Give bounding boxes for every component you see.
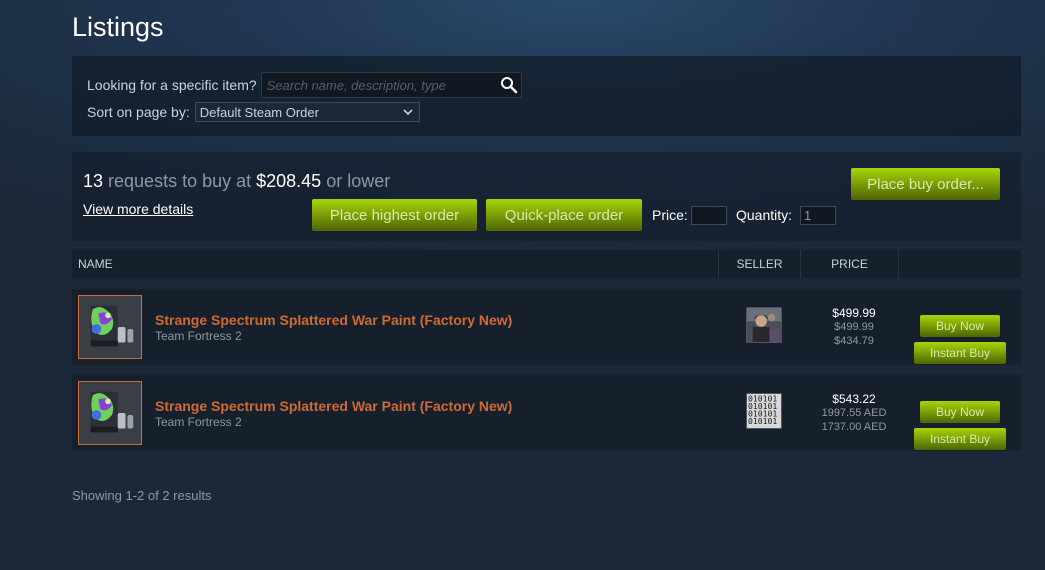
price-main: $543.22 <box>832 392 876 406</box>
column-header-price: PRICE <box>800 250 899 278</box>
binary-avatar-icon[interactable]: 010101 010101 010101 010101 <box>746 393 782 429</box>
item-thumbnail[interactable] <box>78 295 142 359</box>
sort-label: Sort on page by: <box>87 104 190 120</box>
quick-place-order-label: Quick-place order <box>504 206 624 224</box>
chevron-down-icon <box>403 109 413 116</box>
search-label: Looking for a specific item? <box>87 77 257 93</box>
item-name-link[interactable]: Strange Spectrum Splattered War Paint (F… <box>155 312 512 328</box>
user-avatar-icon[interactable] <box>746 307 782 343</box>
place-buy-order-label: Place buy order... <box>867 175 984 193</box>
svg-text:010101: 010101 <box>748 416 777 426</box>
sort-select-value: Default Steam Order <box>199 104 319 120</box>
price-label: Price: <box>652 207 688 223</box>
buy-now-label: Buy Now <box>935 319 985 333</box>
buy-order-text-mid: requests to buy at <box>103 171 257 191</box>
search-icon[interactable] <box>500 76 518 94</box>
price-input[interactable] <box>691 206 727 225</box>
instant-buy-label: Instant Buy <box>929 432 991 446</box>
place-highest-order-button[interactable]: Place highest order <box>312 199 477 231</box>
price-with-fee: 1997.55 AED <box>821 407 887 419</box>
buy-order-panel: 13 requests to buy at $208.45 or lower V… <box>72 152 1021 241</box>
table-row[interactable]: Strange Spectrum Splattered War Paint (F… <box>72 375 1021 451</box>
price-without-fee: $434.79 <box>834 335 874 347</box>
place-buy-order-button[interactable]: Place buy order... <box>851 168 1000 200</box>
search-input[interactable] <box>261 73 492 97</box>
buy-order-summary: 13 requests to buy at $208.45 or lower <box>83 171 390 192</box>
quantity-label: Quantity: <box>736 207 793 223</box>
item-name-link[interactable]: Strange Spectrum Splattered War Paint (F… <box>155 398 512 414</box>
buy-order-text-end: or lower <box>321 171 391 191</box>
listings-table-header: NAME SELLER PRICE <box>72 250 1021 278</box>
price-column: $499.99 $499.99 $434.79 <box>801 306 907 348</box>
sort-row: Sort on page by: Default Steam Order <box>87 102 420 122</box>
table-row[interactable]: Strange Spectrum Splattered War Paint (F… <box>72 289 1021 365</box>
column-header-seller: SELLER <box>718 250 800 278</box>
buy-order-count: 13 <box>83 171 104 191</box>
instant-buy-button[interactable]: Instant Buy <box>914 342 1006 364</box>
price-main: $499.99 <box>832 306 876 320</box>
page-title: Listings <box>72 12 164 42</box>
search-box <box>260 72 522 98</box>
view-more-details-link[interactable]: View more details <box>83 201 193 217</box>
buy-now-button[interactable]: Buy Now <box>920 315 1000 337</box>
place-highest-order-label: Place highest order <box>329 206 460 224</box>
item-game-name: Team Fortress 2 <box>155 415 242 429</box>
buy-order-price: $208.45 <box>256 171 322 191</box>
item-thumbnail[interactable] <box>78 381 142 445</box>
search-panel: Looking for a specific item? Sort on pag… <box>72 56 1021 136</box>
item-game-name: Team Fortress 2 <box>155 329 242 343</box>
search-row: Looking for a specific item? <box>87 72 522 98</box>
price-column: $543.22 1997.55 AED 1737.00 AED <box>801 392 907 434</box>
price-without-fee: 1737.00 AED <box>821 421 887 433</box>
results-count: Showing 1-2 of 2 results <box>72 488 212 503</box>
quick-place-order-button[interactable]: Quick-place order <box>486 199 642 231</box>
instant-buy-button[interactable]: Instant Buy <box>914 428 1006 450</box>
instant-buy-label: Instant Buy <box>929 346 991 360</box>
quantity-input[interactable] <box>800 206 836 225</box>
sort-select[interactable]: Default Steam Order <box>194 102 420 122</box>
buy-now-label: Buy Now <box>935 405 985 419</box>
column-header-name: NAME <box>78 257 113 271</box>
buy-now-button[interactable]: Buy Now <box>920 401 1000 423</box>
price-with-fee: $499.99 <box>834 321 874 333</box>
